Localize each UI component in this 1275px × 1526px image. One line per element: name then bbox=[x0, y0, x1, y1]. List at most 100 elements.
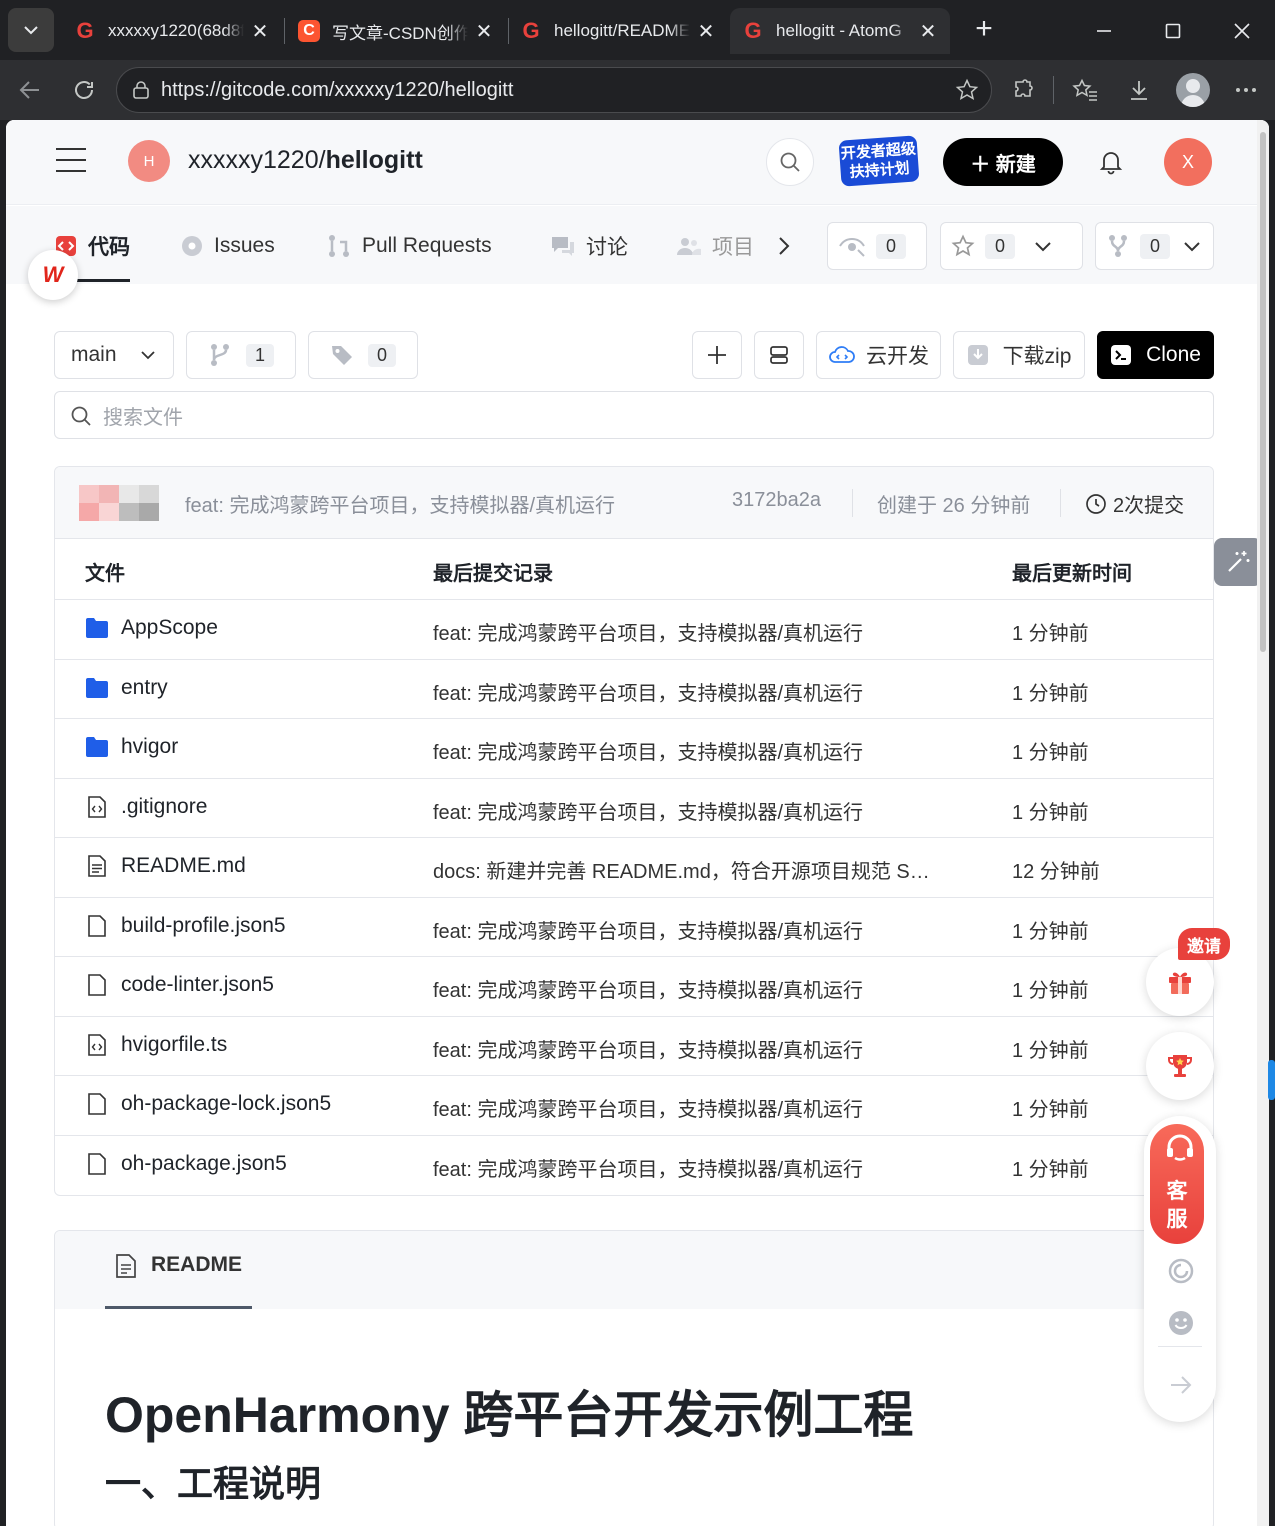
page-scrollbar[interactable] bbox=[1257, 120, 1269, 1526]
menu-hamburger-icon[interactable] bbox=[56, 148, 86, 172]
new-button[interactable]: ＋ 新建 bbox=[943, 138, 1063, 186]
file-name[interactable]: hvigorfile.ts bbox=[121, 1033, 227, 1057]
commit-hash[interactable]: 3172ba2a bbox=[732, 489, 821, 512]
tab-pull-requests[interactable]: Pull Requests bbox=[326, 226, 492, 266]
chevron-down-icon[interactable] bbox=[1182, 236, 1202, 256]
new-tab-button[interactable]: + bbox=[968, 14, 1000, 46]
file-commit-message[interactable]: feat: 完成鸿蒙跨平台项目，支持模拟器/真机运行 bbox=[433, 1093, 863, 1122]
repo-avatar[interactable]: H bbox=[128, 140, 170, 182]
chevron-down-icon[interactable] bbox=[1033, 236, 1053, 256]
table-row[interactable]: hvigor feat: 完成鸿蒙跨平台项目，支持模拟器/真机运行 1 分钟前 bbox=[55, 719, 1213, 779]
ai-assistant-button[interactable] bbox=[1214, 538, 1262, 586]
downloads-button[interactable] bbox=[1121, 72, 1157, 108]
tab-close-icon[interactable]: ✕ bbox=[474, 19, 494, 44]
file-name[interactable]: build-profile.json5 bbox=[121, 914, 286, 938]
table-row[interactable]: entry feat: 完成鸿蒙跨平台项目，支持模拟器/真机运行 1 分钟前 bbox=[55, 660, 1213, 719]
trophy-button[interactable] bbox=[1146, 1032, 1214, 1100]
browser-tab-3[interactable]: G hellogitt/README ✕ bbox=[508, 8, 728, 54]
notifications-button[interactable] bbox=[1096, 146, 1126, 176]
side-edge-handle[interactable] bbox=[1268, 1060, 1275, 1100]
readme-tab[interactable]: README bbox=[105, 1253, 253, 1309]
file-name[interactable]: oh-package-lock.json5 bbox=[121, 1092, 331, 1116]
wps-floating-icon[interactable]: W bbox=[28, 250, 78, 300]
table-row[interactable]: oh-package-lock.json5 feat: 完成鸿蒙跨平台项目，支持模… bbox=[55, 1076, 1213, 1136]
repo-name[interactable]: hellogitt bbox=[326, 146, 423, 174]
file-name-link[interactable]: hvigor bbox=[85, 735, 178, 759]
developer-program-banner[interactable]: 开发者超级 扶持计划 bbox=[838, 135, 920, 187]
file-commit-message[interactable]: docs: 新建并完善 README.md，符合开源项目规范 S… bbox=[433, 855, 930, 884]
table-row[interactable]: oh-package.json5 feat: 完成鸿蒙跨平台项目，支持模拟器/真机… bbox=[55, 1136, 1213, 1196]
table-row[interactable]: .gitignore feat: 完成鸿蒙跨平台项目，支持模拟器/真机运行 1 分钟… bbox=[55, 779, 1213, 838]
author-avatar[interactable] bbox=[79, 485, 161, 521]
tab-close-icon[interactable]: ✕ bbox=[250, 19, 270, 44]
tab-close-icon[interactable]: ✕ bbox=[696, 19, 716, 44]
table-row[interactable]: code-linter.json5 feat: 完成鸿蒙跨平台项目，支持模拟器/真… bbox=[55, 957, 1213, 1017]
file-name-link[interactable]: code-linter.json5 bbox=[85, 973, 274, 997]
file-name-link[interactable]: README.md bbox=[85, 854, 246, 878]
maximize-button[interactable] bbox=[1156, 14, 1190, 48]
commit-message[interactable]: feat: 完成鸿蒙跨平台项目，支持模拟器/真机运行 bbox=[185, 489, 615, 518]
file-commit-message[interactable]: feat: 完成鸿蒙跨平台项目，支持模拟器/真机运行 bbox=[433, 915, 863, 944]
file-name-link[interactable]: oh-package-lock.json5 bbox=[85, 1092, 331, 1116]
file-name[interactable]: hvigor bbox=[121, 735, 178, 759]
file-name-link[interactable]: build-profile.json5 bbox=[85, 914, 286, 938]
tab-discussions[interactable]: 讨论 bbox=[550, 226, 628, 266]
table-row[interactable]: AppScope feat: 完成鸿蒙跨平台项目，支持模拟器/真机运行 1 分钟前 bbox=[55, 600, 1213, 660]
file-search-input[interactable]: 搜索文件 bbox=[54, 391, 1214, 439]
branches-button[interactable]: 1 bbox=[186, 331, 296, 379]
file-name[interactable]: README.md bbox=[121, 854, 246, 878]
file-name[interactable]: AppScope bbox=[121, 616, 218, 640]
tags-button[interactable]: 0 bbox=[308, 331, 418, 379]
url-bar[interactable]: https://gitcode.com/xxxxxy1220/hellogitt bbox=[116, 67, 992, 113]
file-name[interactable]: code-linter.json5 bbox=[121, 973, 274, 997]
fork-counter[interactable]: 0 bbox=[1095, 222, 1214, 270]
repo-title[interactable]: xxxxxy1220/hellogitt bbox=[188, 146, 423, 175]
file-name-link[interactable]: AppScope bbox=[85, 616, 218, 640]
repo-owner[interactable]: xxxxxy1220/ bbox=[188, 146, 326, 174]
tabs-scroll-right-button[interactable] bbox=[776, 226, 792, 266]
tab-close-icon[interactable]: ✕ bbox=[918, 19, 938, 44]
browser-tab-1[interactable]: G xxxxxy1220(68d8f ✕ bbox=[62, 8, 282, 54]
tab-search-button[interactable] bbox=[8, 8, 54, 52]
site-info-icon[interactable] bbox=[131, 80, 151, 106]
cloud-dev-button[interactable]: 云开发 bbox=[816, 331, 941, 379]
browser-tab-2[interactable]: C 写文章-CSDN创作 ✕ bbox=[286, 8, 506, 54]
browser-menu-button[interactable] bbox=[1228, 72, 1264, 108]
global-search-button[interactable] bbox=[766, 138, 814, 186]
file-name-link[interactable]: entry bbox=[85, 676, 168, 700]
file-commit-message[interactable]: feat: 完成鸿蒙跨平台项目，支持模拟器/真机运行 bbox=[433, 617, 863, 646]
file-name[interactable]: entry bbox=[121, 676, 168, 700]
back-button[interactable] bbox=[12, 72, 48, 108]
user-avatar[interactable]: X bbox=[1164, 138, 1212, 186]
file-commit-message[interactable]: feat: 完成鸿蒙跨平台项目，支持模拟器/真机运行 bbox=[433, 736, 863, 765]
collapse-panel-button[interactable] bbox=[1166, 1370, 1196, 1400]
reload-button[interactable] bbox=[66, 72, 102, 108]
file-name-link[interactable]: hvigorfile.ts bbox=[85, 1033, 227, 1057]
file-name-link[interactable]: oh-package.json5 bbox=[85, 1152, 287, 1176]
profile-avatar[interactable] bbox=[1176, 73, 1210, 107]
file-commit-message[interactable]: feat: 完成鸿蒙跨平台项目，支持模拟器/真机运行 bbox=[433, 796, 863, 825]
browser-tab-4-active[interactable]: G hellogitt - AtomG ✕ bbox=[730, 8, 950, 54]
favorites-button[interactable] bbox=[1067, 72, 1103, 108]
close-window-button[interactable] bbox=[1225, 14, 1259, 48]
commit-history-link[interactable]: 2次提交 bbox=[1085, 489, 1184, 518]
watch-counter[interactable]: 0 bbox=[827, 222, 927, 270]
file-name[interactable]: .gitignore bbox=[121, 795, 207, 819]
extensions-button[interactable] bbox=[1006, 72, 1042, 108]
table-row[interactable]: build-profile.json5 feat: 完成鸿蒙跨平台项目，支持模拟器… bbox=[55, 898, 1213, 957]
star-counter[interactable]: 0 bbox=[940, 222, 1083, 270]
file-name-link[interactable]: .gitignore bbox=[85, 795, 207, 819]
web-ide-button[interactable] bbox=[754, 331, 804, 379]
add-file-button[interactable] bbox=[692, 331, 742, 379]
branch-select[interactable]: main bbox=[54, 331, 174, 379]
file-name[interactable]: oh-package.json5 bbox=[121, 1152, 287, 1176]
table-row[interactable]: README.md docs: 新建并完善 README.md，符合开源项目规范 … bbox=[55, 838, 1213, 898]
table-row[interactable]: hvigorfile.ts feat: 完成鸿蒙跨平台项目，支持模拟器/真机运行 1… bbox=[55, 1017, 1213, 1076]
file-commit-message[interactable]: feat: 完成鸿蒙跨平台项目，支持模拟器/真机运行 bbox=[433, 1034, 863, 1063]
file-commit-message[interactable]: feat: 完成鸿蒙跨平台项目，支持模拟器/真机运行 bbox=[433, 677, 863, 706]
tab-projects[interactable]: 项目 bbox=[676, 226, 754, 266]
file-commit-message[interactable]: feat: 完成鸿蒙跨平台项目，支持模拟器/真机运行 bbox=[433, 1153, 863, 1182]
invite-badge[interactable]: 邀请 bbox=[1178, 928, 1230, 960]
scrollbar-thumb[interactable] bbox=[1260, 132, 1266, 652]
refresh-button[interactable] bbox=[1166, 1256, 1196, 1286]
